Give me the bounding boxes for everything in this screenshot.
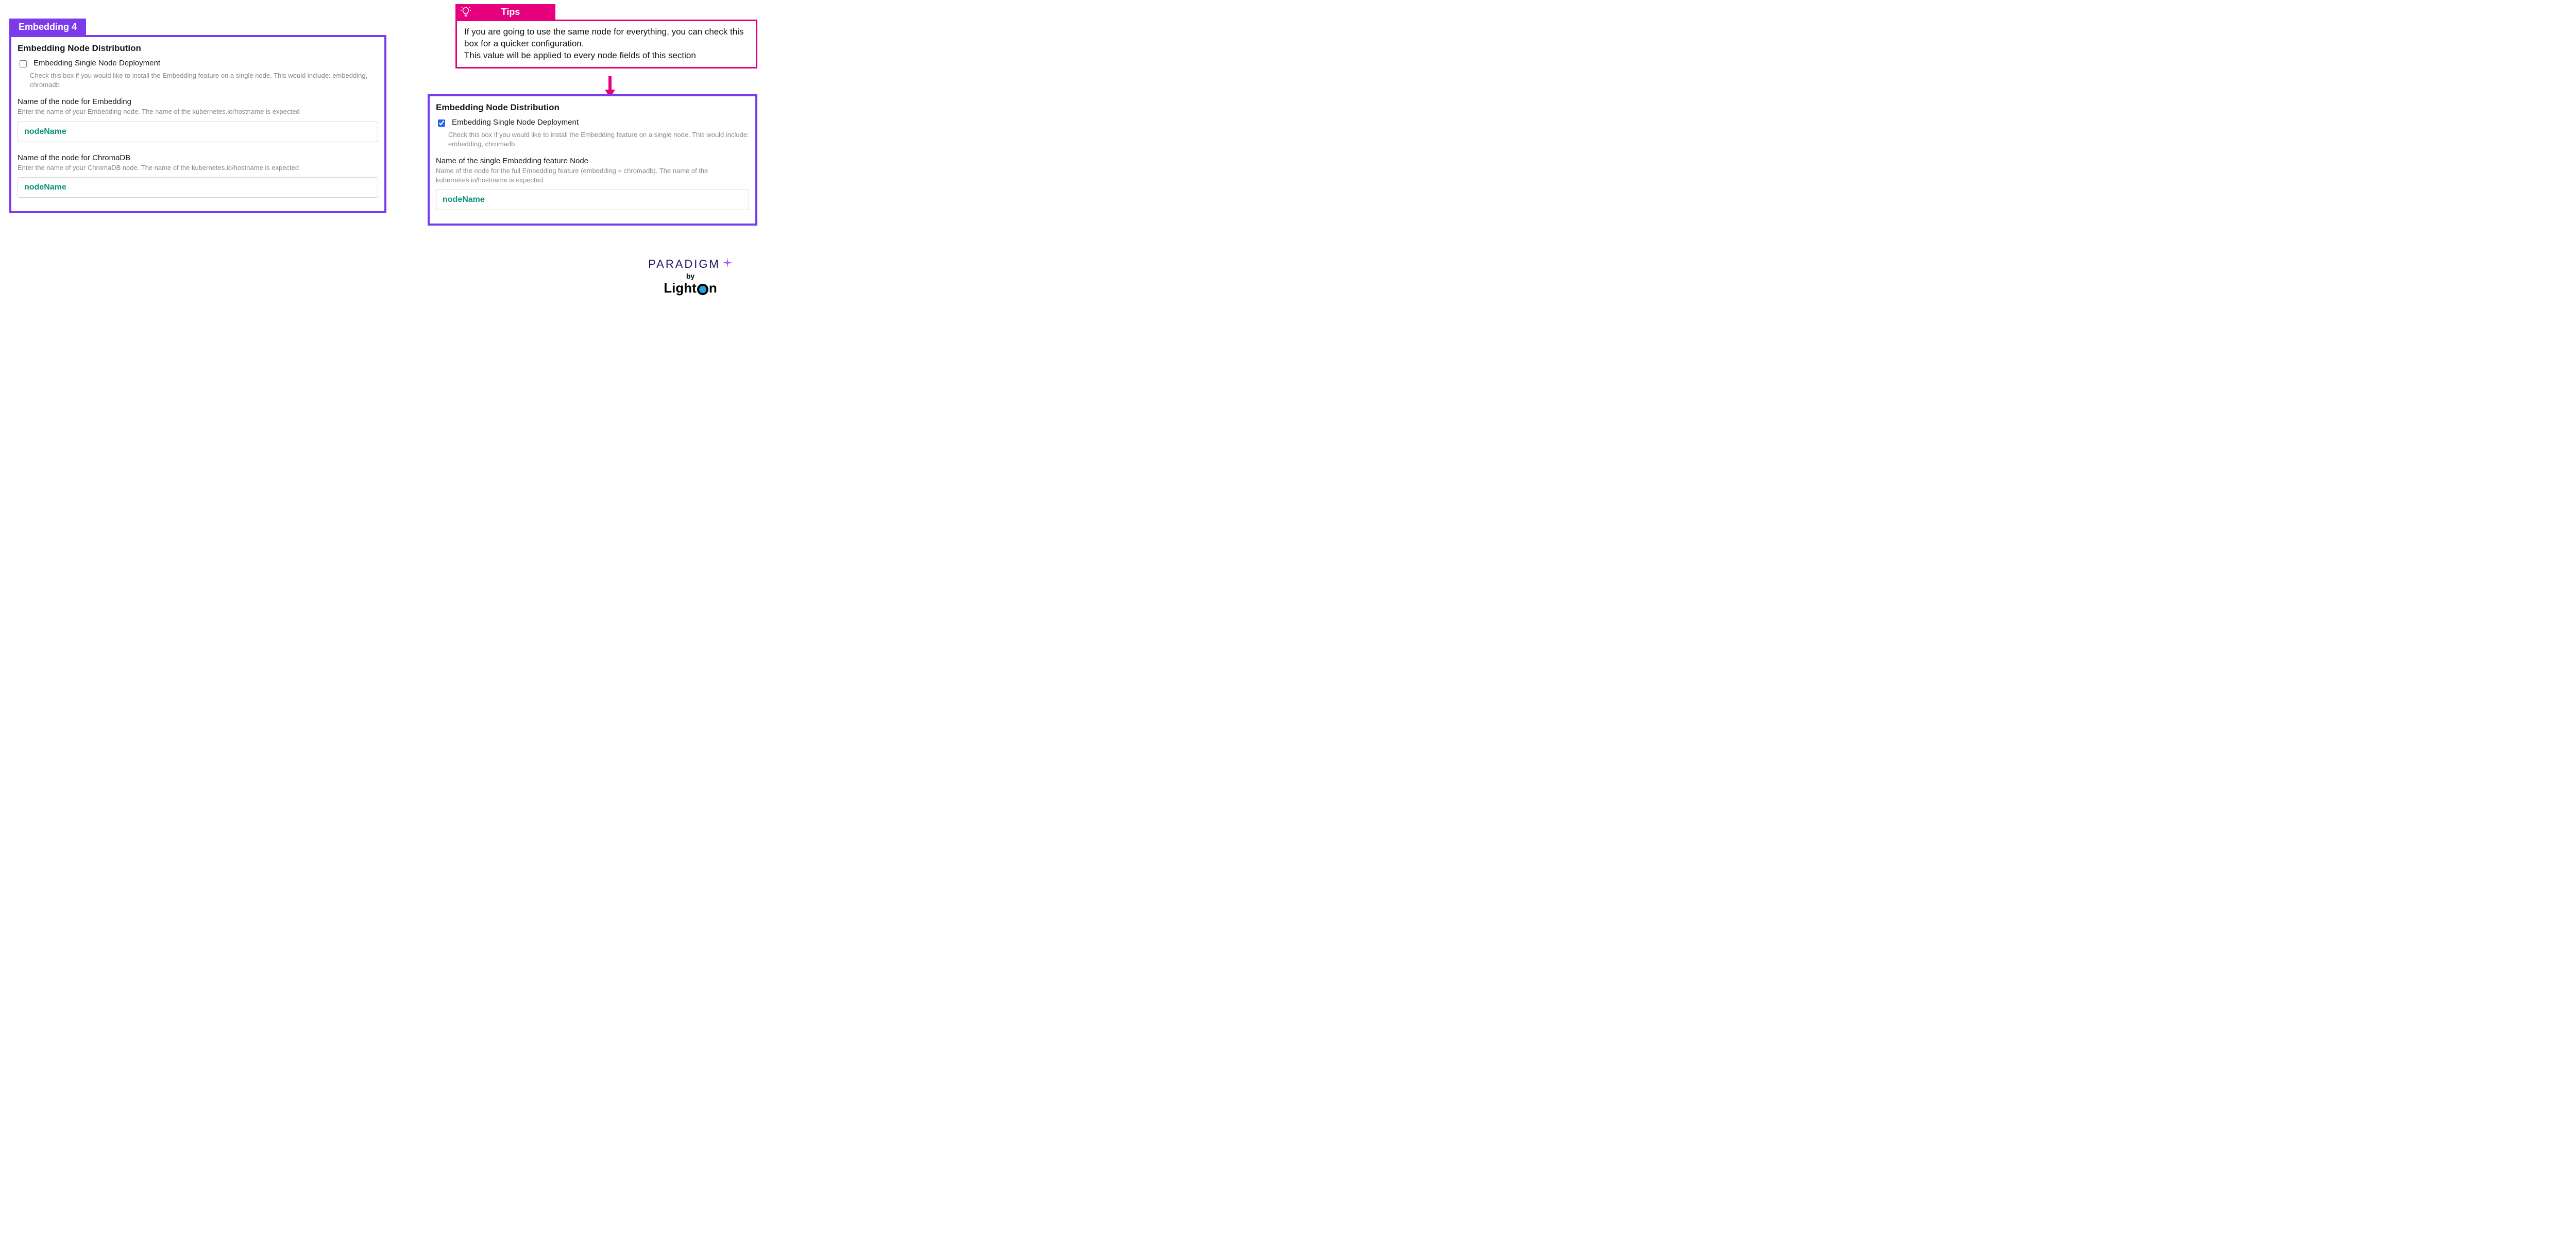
right-single-node-checkbox[interactable]	[438, 119, 445, 127]
tips-callout: If you are going to use the same node fo…	[455, 20, 757, 68]
paradigm-logo-text: PARADIGM	[648, 258, 720, 271]
left-config-panel: Embedding Node Distribution Embedding Si…	[9, 35, 386, 213]
lighton-text-right: n	[709, 280, 717, 296]
right-section-title: Embedding Node Distribution	[436, 102, 749, 113]
right-field-single-input[interactable]	[436, 190, 749, 210]
left-section-title: Embedding Node Distribution	[18, 43, 378, 54]
lighton-logo: Light n	[664, 280, 717, 296]
tips-tab: Tips	[455, 4, 555, 20]
lightbulb-icon	[455, 6, 476, 18]
embedding-tab-label: Embedding 4	[19, 22, 77, 32]
left-single-node-checkbox-desc: Check this box if you would like to inst…	[30, 71, 378, 89]
diagram-canvas: Embedding 4 Embedding Node Distribution …	[0, 0, 806, 319]
left-field-embedding-desc: Enter the name of your Embedding node. T…	[18, 107, 378, 116]
embedding-tab: Embedding 4	[9, 19, 86, 36]
right-single-node-checkbox-row: Embedding Single Node Deployment	[436, 118, 749, 128]
left-field-embedding-input[interactable]	[18, 122, 378, 142]
left-single-node-checkbox[interactable]	[20, 60, 27, 67]
tips-body-line-2: This value will be applied to every node…	[464, 50, 749, 62]
left-single-node-checkbox-label: Embedding Single Node Deployment	[33, 59, 160, 67]
lighton-o-icon	[697, 284, 708, 295]
left-field-chromadb-desc: Enter the name of your ChromaDB node. Th…	[18, 163, 378, 173]
left-field-embedding-label: Name of the node for Embedding	[18, 97, 378, 106]
brand-block: PARADIGM by Light n	[623, 258, 757, 296]
tips-body-line-1: If you are going to use the same node fo…	[464, 26, 749, 50]
left-field-chromadb-input[interactable]	[18, 177, 378, 198]
right-single-node-checkbox-desc: Check this box if you would like to inst…	[448, 130, 749, 148]
brand-by: by	[623, 272, 757, 280]
right-single-node-checkbox-label: Embedding Single Node Deployment	[452, 118, 579, 127]
left-field-chromadb-label: Name of the node for ChromaDB	[18, 153, 378, 162]
right-field-single-desc: Name of the node for the full Embedding …	[436, 166, 749, 184]
tips-tab-label: Tips	[476, 7, 555, 18]
right-field-single-label: Name of the single Embedding feature Nod…	[436, 157, 749, 165]
right-config-panel: Embedding Node Distribution Embedding Si…	[428, 94, 757, 226]
left-single-node-checkbox-row: Embedding Single Node Deployment	[18, 59, 378, 69]
paradigm-logo: PARADIGM	[648, 258, 733, 271]
lighton-text-left: Light	[664, 280, 697, 296]
sparkle-icon	[722, 258, 733, 271]
